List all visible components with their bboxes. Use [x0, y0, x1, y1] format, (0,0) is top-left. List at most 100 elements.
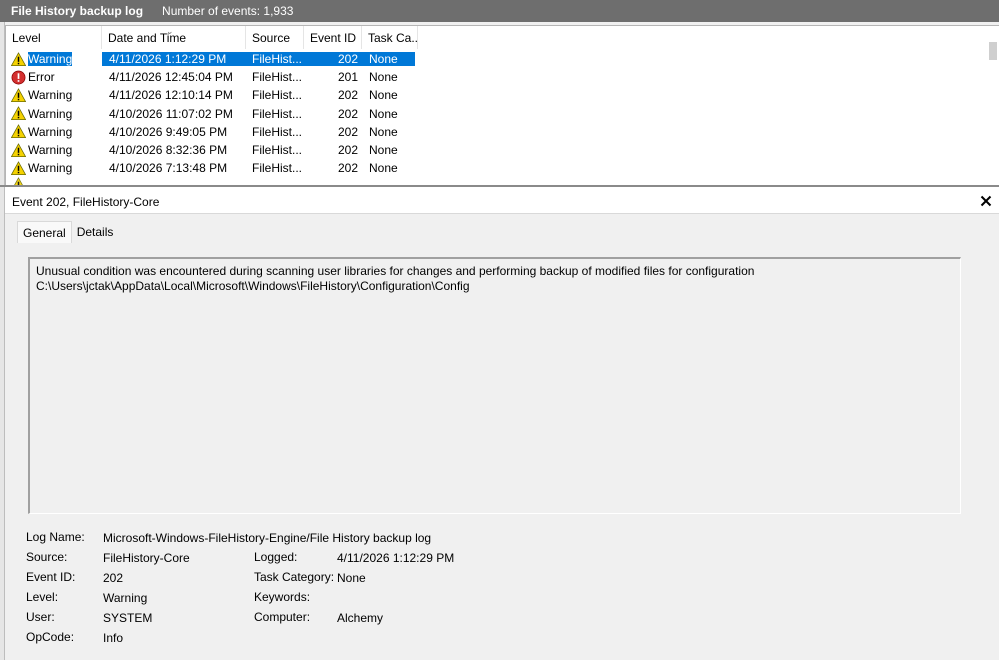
row-task-category: None	[369, 143, 398, 158]
label-source: Source:	[26, 550, 68, 564]
row-task-category: None	[369, 124, 398, 139]
title-bar: File History backup log Number of events…	[0, 0, 999, 22]
error-icon	[11, 70, 26, 85]
column-source[interactable]: Source	[246, 26, 304, 49]
value-user: SYSTEM	[103, 611, 153, 625]
vertical-scrollbar[interactable]	[985, 26, 999, 185]
value-level: Warning	[103, 591, 148, 605]
row-level: Warning	[6, 88, 102, 103]
warning-icon	[10, 124, 27, 139]
log-title: File History backup log	[11, 4, 144, 18]
event-row[interactable]: Warning 4/11/2026 12:10:14 PM FileHist... 2…	[6, 86, 986, 104]
row-task-category: None	[360, 52, 415, 67]
close-icon[interactable]	[980, 195, 992, 207]
row-event-id: 202	[337, 88, 358, 103]
label-level: Level:	[26, 590, 59, 604]
row-date-time: 4/11/2026 12:10:14 PM	[109, 88, 233, 103]
row-level: Warning	[6, 160, 102, 176]
event-row[interactable]: Warning 4/10/2026 9:49:05 PM FileHist... 20…	[6, 123, 986, 141]
row-event-id: 202	[337, 124, 358, 139]
event-row[interactable]: Warning 4/10/2026 11:07:02 PM FileHist... 2…	[6, 105, 986, 123]
row-event-id: 202	[304, 52, 360, 67]
row-source: FileHist...	[252, 143, 303, 158]
row-level: Warning	[6, 51, 102, 67]
row-level: Warning	[6, 142, 102, 158]
row-source: FileHist...	[246, 52, 304, 67]
row-level-text: Warning	[28, 52, 73, 67]
warning-icon	[10, 51, 27, 67]
row-level-text: Error	[28, 70, 55, 85]
warning-icon	[10, 160, 27, 176]
value-log-name: Microsoft-Windows-FileHistory-Engine/Fil…	[103, 531, 432, 545]
detail-header: Event 202, FileHistory-Core	[5, 187, 999, 214]
event-row[interactable]: Error 4/11/2026 12:45:04 PM FileHist... 201…	[6, 68, 986, 86]
row-date-time: 4/11/2026 12:45:04 PM	[109, 70, 233, 85]
row-level	[6, 177, 102, 185]
row-level-text: Warning	[28, 143, 73, 158]
row-task-category: None	[369, 70, 398, 85]
column-date-time-label: Date and Time	[108, 31, 187, 45]
row-level: Error	[6, 70, 102, 85]
row-date-time: 4/10/2026 7:13:48 PM	[109, 161, 228, 176]
column-date-time[interactable]: ⌄ Date and Time	[102, 26, 246, 49]
row-level-text: Warning	[28, 124, 73, 139]
event-message[interactable]: Unusual condition was encountered during…	[28, 257, 961, 514]
tab-details[interactable]: Details	[72, 221, 119, 243]
row-level: Warning	[6, 106, 102, 121]
detail-pane: Event 202, FileHistory-Core General Deta…	[5, 187, 999, 660]
label-computer: Computer:	[254, 610, 311, 624]
label-event-id: Event ID:	[26, 570, 76, 584]
row-event-id: 202	[337, 143, 358, 158]
row-task-category: None	[369, 106, 398, 121]
tab-general[interactable]: General	[17, 221, 72, 243]
row-event-id: 202	[337, 161, 358, 176]
event-count: Number of events: 1,933	[162, 4, 294, 18]
warning-icon	[10, 142, 27, 158]
row-source: FileHist...	[252, 106, 303, 121]
warning-icon	[11, 177, 26, 185]
row-level-text: Warning	[28, 161, 73, 176]
value-computer: Alchemy	[337, 611, 384, 625]
label-user: User:	[26, 610, 55, 624]
column-event-id[interactable]: Event ID	[304, 26, 362, 49]
label-logged: Logged:	[254, 550, 298, 564]
row-level-text: Warning	[28, 106, 73, 121]
label-opcode: OpCode:	[26, 630, 75, 644]
row-date-time: 4/10/2026 9:49:05 PM	[109, 124, 228, 139]
row-source: FileHist...	[252, 161, 303, 176]
scrollbar-thumb[interactable]	[989, 42, 997, 60]
row-source: FileHist...	[252, 88, 303, 103]
value-event-id: 202	[103, 571, 124, 585]
row-source: FileHist...	[252, 124, 303, 139]
event-row[interactable]: Warning 4/10/2026 7:13:48 PM FileHist... 20…	[6, 159, 986, 177]
label-task-category: Task Category:	[254, 570, 335, 584]
row-level-text: Warning	[28, 88, 73, 103]
row-event-id: 201	[337, 70, 358, 85]
row-date-time: 4/10/2026 8:32:36 PM	[109, 143, 228, 158]
value-source: FileHistory-Core	[103, 551, 190, 565]
event-rows: Warning 4/11/2026 1:12:29 PM FileHist... 20…	[6, 50, 986, 185]
sort-arrow-icon: ⌄	[166, 26, 174, 36]
event-list[interactable]: Level ⌄ Date and Time Source Event ID Ta…	[5, 25, 999, 185]
detail-title: Event 202, FileHistory-Core	[12, 195, 160, 209]
value-task-category: None	[337, 571, 366, 585]
event-row[interactable]: Warning 4/10/2026 8:32:36 PM FileHist... 20…	[6, 141, 986, 159]
value-opcode: Info	[103, 631, 124, 645]
column-level[interactable]: Level	[6, 26, 102, 49]
detail-tabs: General Details	[17, 221, 118, 243]
event-row-partial[interactable]	[6, 177, 986, 185]
label-keywords: Keywords:	[254, 590, 311, 604]
value-logged: 4/11/2026 1:12:29 PM	[337, 551, 455, 565]
row-date-time: 4/11/2026 1:12:29 PM	[102, 52, 246, 67]
event-row[interactable]: Warning 4/11/2026 1:12:29 PM FileHist... 20…	[6, 50, 986, 68]
column-task-category[interactable]: Task Ca...	[362, 26, 418, 49]
row-task-category: None	[369, 161, 398, 176]
column-header-row: Level ⌄ Date and Time Source Event ID Ta…	[6, 26, 986, 49]
row-task-category: None	[369, 88, 398, 103]
row-event-id: 202	[337, 106, 358, 121]
label-log-name: Log Name:	[26, 530, 85, 544]
row-date-time: 4/10/2026 11:07:02 PM	[109, 106, 233, 121]
warning-icon	[10, 106, 27, 121]
warning-icon	[10, 88, 27, 103]
row-level: Warning	[6, 124, 102, 139]
